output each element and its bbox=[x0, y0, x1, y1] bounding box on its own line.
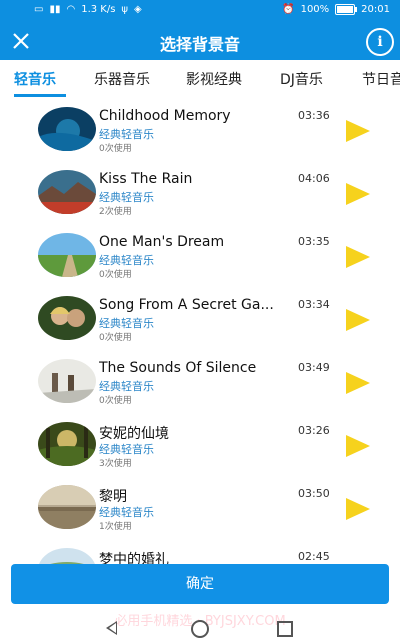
network-speed: 1.3 K/s bbox=[81, 4, 116, 15]
song-use-count: 2次使用 bbox=[99, 207, 132, 217]
song-cover bbox=[38, 422, 96, 466]
recent-apps-icon[interactable] bbox=[277, 621, 293, 637]
song-cover bbox=[38, 485, 96, 529]
song-category: 经典轻音乐 bbox=[99, 380, 154, 393]
play-icon[interactable] bbox=[346, 372, 370, 394]
play-icon[interactable] bbox=[346, 120, 370, 142]
song-category: 经典轻音乐 bbox=[99, 254, 154, 267]
song-row[interactable]: Song From A Secret Ga... 经典轻音乐 0次使用 03:3… bbox=[0, 287, 400, 351]
battery-percent: 100% bbox=[300, 4, 330, 15]
song-row[interactable]: Kiss The Rain 经典轻音乐 2次使用 04:06 bbox=[0, 161, 400, 225]
sim-icon: ▭ bbox=[34, 4, 44, 15]
song-use-count: 0次使用 bbox=[99, 144, 132, 154]
confirm-button[interactable]: 确定 bbox=[11, 564, 389, 604]
song-row[interactable]: One Man's Dream 经典轻音乐 0次使用 03:35 bbox=[0, 224, 400, 288]
song-category: 经典轻音乐 bbox=[99, 506, 154, 519]
song-use-count: 0次使用 bbox=[99, 396, 132, 406]
song-title: 黎明 bbox=[99, 489, 127, 505]
page-title: 选择背景音 bbox=[159, 35, 240, 54]
song-use-count: 3次使用 bbox=[99, 459, 132, 469]
song-category: 经典轻音乐 bbox=[99, 443, 154, 456]
song-title: Kiss The Rain bbox=[99, 171, 193, 187]
song-cover bbox=[38, 107, 96, 151]
alarm-icon: ⏰ bbox=[282, 4, 295, 15]
song-duration: 02:45 bbox=[298, 550, 330, 563]
battery-icon bbox=[335, 4, 358, 15]
song-row[interactable]: Childhood Memory 经典轻音乐 0次使用 03:36 bbox=[0, 98, 400, 162]
tab-festival[interactable]: 节日音 bbox=[362, 69, 400, 89]
song-duration: 04:06 bbox=[298, 172, 330, 185]
play-icon[interactable] bbox=[346, 183, 370, 205]
song-duration: 03:35 bbox=[298, 235, 330, 248]
status-left: ▭ ▮▮ ◠ 1.3 K/s ψ ◈ bbox=[34, 4, 142, 15]
wifi-icon: ◠ bbox=[66, 4, 76, 15]
song-row[interactable]: 安妮的仙境 经典轻音乐 3次使用 03:26 bbox=[0, 413, 400, 477]
notification-icon: ◈ bbox=[134, 4, 142, 15]
song-category: 经典轻音乐 bbox=[99, 128, 154, 141]
tab-dj-music[interactable]: DJ音乐 bbox=[280, 69, 323, 89]
play-icon[interactable] bbox=[346, 246, 370, 268]
song-title: One Man's Dream bbox=[99, 234, 225, 250]
clock: 20:01 bbox=[361, 4, 390, 15]
status-right: ⏰ 100% 20:01 bbox=[282, 4, 390, 15]
app-bar: 选择背景音 i bbox=[0, 22, 400, 60]
song-cover bbox=[38, 359, 96, 403]
song-category: 经典轻音乐 bbox=[99, 317, 154, 330]
song-cover bbox=[38, 170, 96, 214]
song-use-count: 1次使用 bbox=[99, 522, 132, 532]
song-row[interactable]: 梦中的婚礼 02:45 bbox=[0, 539, 400, 564]
tab-instrumental[interactable]: 乐器音乐 bbox=[94, 69, 150, 89]
song-title: 安妮的仙境 bbox=[99, 426, 169, 442]
song-cover bbox=[38, 548, 96, 564]
song-duration: 03:34 bbox=[298, 298, 330, 311]
usb-icon: ψ bbox=[121, 4, 129, 15]
tab-light-music[interactable]: 轻音乐 bbox=[14, 69, 56, 89]
home-icon[interactable] bbox=[191, 620, 209, 638]
song-cover bbox=[38, 233, 96, 277]
song-row[interactable]: 黎明 经典轻音乐 1次使用 03:50 bbox=[0, 476, 400, 540]
play-icon[interactable] bbox=[346, 435, 370, 457]
song-title: The Sounds Of Silence bbox=[99, 360, 257, 376]
song-duration: 03:26 bbox=[298, 424, 330, 437]
song-list: Childhood Memory 经典轻音乐 0次使用 03:36 Kiss T… bbox=[0, 98, 400, 564]
song-cover bbox=[38, 296, 96, 340]
song-duration: 03:36 bbox=[298, 109, 330, 122]
active-tab-indicator bbox=[14, 94, 66, 97]
play-icon[interactable] bbox=[346, 309, 370, 331]
back-icon[interactable] bbox=[106, 621, 117, 635]
info-icon[interactable]: i bbox=[366, 28, 394, 56]
song-use-count: 0次使用 bbox=[99, 270, 132, 280]
song-category: 经典轻音乐 bbox=[99, 191, 154, 204]
system-nav-bar bbox=[0, 618, 400, 641]
tab-film-classics[interactable]: 影视经典 bbox=[186, 69, 242, 89]
song-title: 梦中的婚礼 bbox=[99, 552, 169, 564]
song-duration: 03:50 bbox=[298, 487, 330, 500]
signal-icon: ▮▮ bbox=[49, 4, 61, 15]
play-icon[interactable] bbox=[346, 498, 370, 520]
category-tabs: 轻音乐 乐器音乐 影视经典 DJ音乐 节日音 bbox=[0, 60, 400, 99]
status-bar: ▭ ▮▮ ◠ 1.3 K/s ψ ◈ ⏰ 100% 20:01 bbox=[0, 0, 400, 22]
song-title: Childhood Memory bbox=[99, 108, 231, 124]
song-row[interactable]: The Sounds Of Silence 经典轻音乐 0次使用 03:49 bbox=[0, 350, 400, 414]
song-title: Song From A Secret Ga... bbox=[99, 297, 274, 313]
song-use-count: 0次使用 bbox=[99, 333, 132, 343]
song-duration: 03:49 bbox=[298, 361, 330, 374]
